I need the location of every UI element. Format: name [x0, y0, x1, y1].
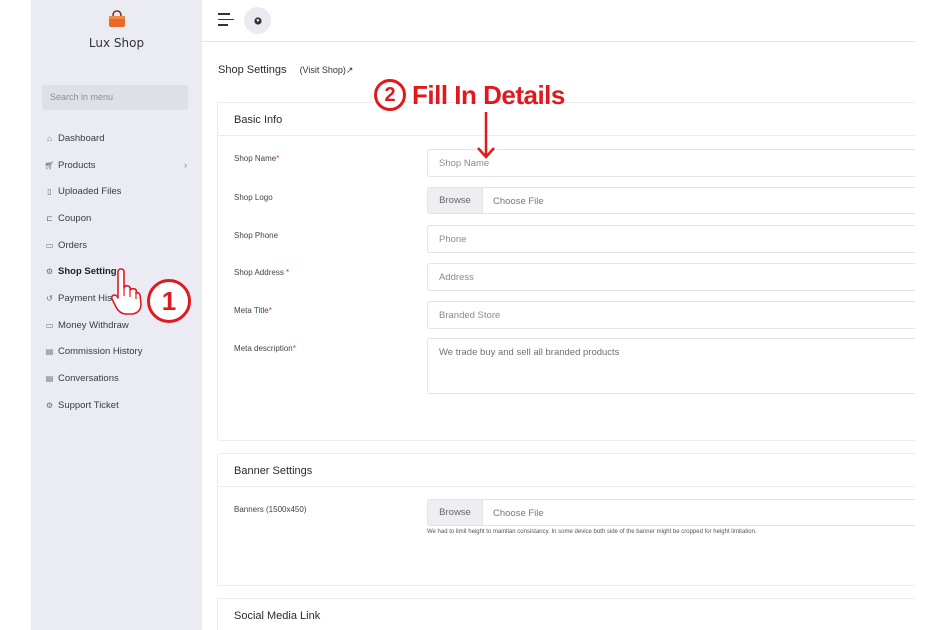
coupon-icon: ⊏ [46, 213, 53, 223]
banners-label: Banners (1500x450) [234, 505, 307, 514]
sidebar-item-label: Coupon [58, 212, 92, 224]
shop-address-label: Shop Address * [234, 268, 289, 277]
required-mark: * [268, 306, 272, 315]
support-icon: ⚙ [45, 400, 54, 410]
visit-shop-link[interactable]: (Visit Shop)↗ [300, 65, 354, 75]
social-media-card: Social Media Link [217, 598, 915, 630]
sidebar-item-label: Dashboard [58, 132, 105, 144]
file-icon: ▯ [47, 187, 52, 197]
topbar [202, 0, 915, 42]
arrow-down-icon [477, 112, 495, 159]
sidebar-item-uploaded-files[interactable]: ▯ Uploaded Files [45, 178, 191, 205]
withdraw-icon: ▭ [45, 320, 54, 330]
step-2-text: Fill In Details [412, 79, 565, 110]
sidebar-item-products[interactable]: 🛒︎ Products › [44, 152, 191, 179]
choose-file-text: Choose File [493, 196, 544, 207]
external-link-icon: ↗ [345, 65, 354, 75]
sidebar-item-label: Conversations [58, 373, 119, 385]
label-text: Meta Title [234, 306, 269, 315]
sidebar-item-commission-history[interactable]: ▤ Commission History [45, 339, 191, 366]
sidebar-item-label: Payment His [58, 292, 112, 304]
brand-name: Lux Shop [88, 36, 145, 50]
sidebar-item-label: Commission History [58, 346, 143, 358]
menu-toggle-icon[interactable] [218, 13, 234, 27]
required-mark: * [292, 344, 296, 353]
shop-name-label: Shop Name* [234, 154, 279, 163]
step-1-number: 1 [147, 279, 191, 323]
sidebar-item-label: Uploaded Files [58, 186, 122, 198]
choose-file-text: Choose File [493, 508, 544, 519]
page-title: Shop Settings [218, 64, 287, 76]
page: Lux Shop Search in menu ⌂ Dashboard 🛒︎ P… [0, 0, 945, 630]
history-icon: ↺ [46, 293, 53, 303]
globe-icon[interactable] [244, 7, 271, 34]
document-icon: ▤ [45, 347, 54, 357]
sidebar-item-support-ticket[interactable]: ⚙ Support Ticket [45, 392, 191, 419]
step-2-number: 2 [374, 79, 406, 111]
home-icon: ⌂ [47, 133, 52, 143]
banner-hint-text: We had to limit height to maintian consi… [427, 529, 757, 535]
label-text: Shop Name [234, 154, 277, 163]
meta-title-input[interactable]: Branded Store [427, 301, 915, 329]
cart-icon: 🛒︎ [44, 160, 55, 170]
shop-logo-label: Shop Logo [234, 193, 273, 202]
shop-address-input[interactable]: Address [427, 263, 915, 291]
sidebar-item-label: Products [58, 159, 96, 171]
required-mark: * [286, 268, 290, 277]
page-title-row: Shop Settings (Visit Shop)↗ [218, 64, 353, 76]
pointing-hand-icon [110, 268, 142, 315]
sidebar-item-label: Money Withdraw [58, 319, 129, 331]
orders-icon: ▭ [45, 240, 54, 250]
shop-phone-label: Shop Phone [234, 231, 279, 240]
shop-phone-input[interactable]: Phone [427, 225, 915, 253]
menu-search-input[interactable]: Search in menu [42, 85, 188, 110]
card-title: Basic Info [218, 103, 915, 136]
card-title: Banner Settings [218, 454, 915, 487]
label-text: Meta description [234, 344, 293, 353]
sidebar-item-label: Support Ticket [58, 399, 119, 411]
sidebar-item-dashboard[interactable]: ⌂ Dashboard [45, 125, 191, 152]
gear-icon: ⚙ [45, 267, 54, 277]
label-text: Shop Address [234, 268, 284, 277]
meta-description-textarea[interactable]: We trade buy and sell all branded produc… [427, 338, 915, 394]
shop-name-input[interactable]: Shop Name [427, 149, 915, 177]
sidebar-item-conversations[interactable]: ▤ Conversations [45, 365, 191, 392]
shop-logo-file-input[interactable]: Browse Choose File [427, 187, 915, 214]
required-mark: * [276, 154, 280, 163]
shopping-bag-icon [108, 10, 125, 27]
chevron-right-icon: › [184, 160, 187, 171]
meta-title-label: Meta Title* [234, 306, 272, 315]
chat-icon: ▤ [45, 374, 54, 384]
sidebar-item-orders[interactable]: ▭ Orders [45, 232, 191, 259]
browse-button[interactable]: Browse [428, 500, 483, 525]
brand-logo[interactable]: Lux Shop [31, 9, 202, 50]
visit-shop-label: (Visit Shop) [299, 65, 346, 75]
meta-description-label: Meta description* [234, 344, 296, 353]
sidebar-item-coupon[interactable]: ⊏ Coupon [45, 205, 191, 232]
sidebar-item-label: Orders [58, 239, 88, 251]
step-2-annotation: 2 Fill In Details [374, 79, 565, 111]
card-title: Social Media Link [234, 610, 321, 622]
banners-file-input[interactable]: Browse Choose File [427, 499, 915, 526]
browse-button[interactable]: Browse [428, 188, 483, 213]
globe-glyph [253, 16, 262, 25]
